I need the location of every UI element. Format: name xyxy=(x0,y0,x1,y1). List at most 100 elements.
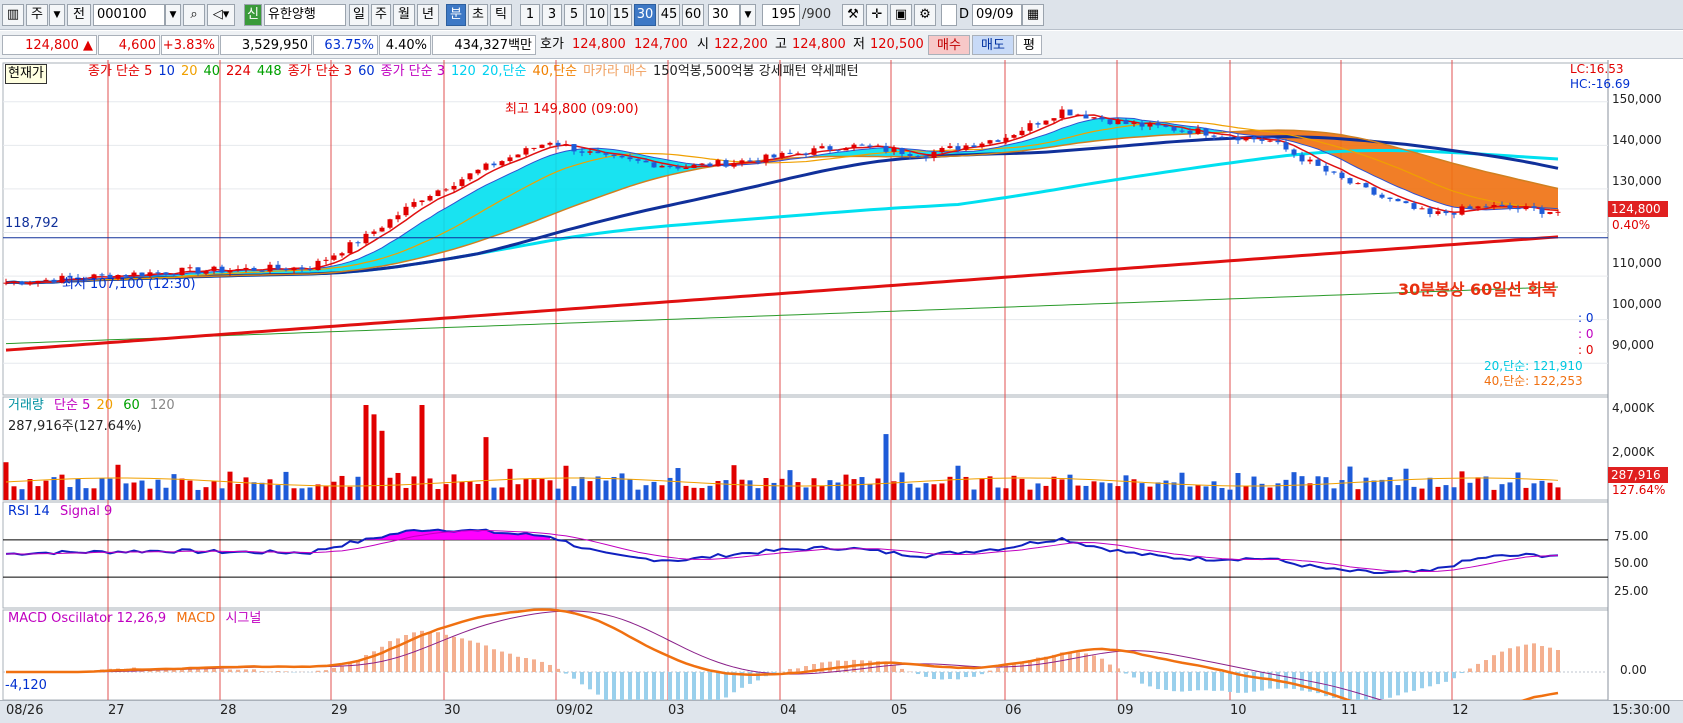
candle-body xyxy=(723,160,729,167)
macd-osc-bar xyxy=(1540,646,1544,672)
volume-bar xyxy=(371,414,377,500)
volume-bar xyxy=(635,489,641,500)
date-tick: 06 xyxy=(1005,703,1022,718)
macd-osc-bar xyxy=(932,672,936,679)
candle-body xyxy=(611,154,617,156)
speaker-icon[interactable]: ◁▾ xyxy=(207,4,235,26)
macd-osc-bar xyxy=(1156,672,1160,690)
macd-osc-bar xyxy=(492,649,496,672)
layout-icon[interactable]: ▥ xyxy=(2,4,24,26)
macd-osc-bar xyxy=(1292,672,1296,689)
volume-bar xyxy=(43,480,49,500)
calendar-icon[interactable]: ▦ xyxy=(1022,4,1044,26)
type-button[interactable]: 주 xyxy=(26,4,48,26)
candle-body xyxy=(235,269,241,271)
candle-body xyxy=(1227,136,1233,138)
period-year[interactable]: 년 xyxy=(417,4,439,26)
minute-dropdown-icon[interactable]: ▼ xyxy=(740,4,756,26)
volume-bar xyxy=(1451,487,1457,500)
macd-osc-bar xyxy=(524,658,528,672)
macd-osc-bar xyxy=(1148,672,1152,687)
gear-icon[interactable]: ⚙ xyxy=(914,4,936,26)
period-second[interactable]: 초 xyxy=(468,4,488,26)
candle-body xyxy=(1171,126,1177,131)
date-input[interactable]: 09/09 xyxy=(972,4,1022,26)
minute-1[interactable]: 1 xyxy=(520,4,540,26)
volume-bar xyxy=(315,484,321,500)
prev-button[interactable]: 전 xyxy=(67,4,91,26)
minute-3[interactable]: 3 xyxy=(542,4,562,26)
minute-45[interactable]: 45 xyxy=(658,4,680,26)
volume-bar xyxy=(1083,485,1089,500)
candle-body xyxy=(851,144,857,149)
candle-body xyxy=(1251,136,1257,140)
sell-button[interactable]: 매도 xyxy=(972,35,1014,55)
volume-bar xyxy=(963,476,969,500)
volume-bar xyxy=(1291,472,1297,500)
volume-bar xyxy=(683,485,689,500)
candle-body xyxy=(907,154,913,156)
period-minute[interactable]: 분 xyxy=(446,4,466,26)
period-day[interactable]: 일 xyxy=(349,4,369,26)
macd-osc-bar xyxy=(244,669,248,672)
minute-30[interactable]: 30 xyxy=(634,4,656,26)
volume-bar xyxy=(187,480,193,500)
candle-body xyxy=(619,155,625,158)
macd-osc-bar xyxy=(612,672,616,700)
crosshair-icon[interactable]: ✛ xyxy=(866,4,888,26)
price-legend-item: 10 xyxy=(158,64,175,79)
macd-osc-bar xyxy=(636,672,640,700)
candle-body xyxy=(987,140,993,144)
date-checkbox[interactable] xyxy=(941,4,957,26)
price-legend-item: 종가 단순 3 xyxy=(287,64,353,79)
candle-body xyxy=(1283,142,1289,150)
count-input[interactable]: 195 xyxy=(762,4,800,26)
candle-body xyxy=(843,148,849,151)
buy-button[interactable]: 매수 xyxy=(928,35,970,55)
price-legend-item: 40,단순 xyxy=(532,64,578,79)
macd-osc-bar xyxy=(1116,668,1120,672)
period-week[interactable]: 주 xyxy=(371,4,391,26)
candle-body xyxy=(1475,206,1481,209)
candle-body xyxy=(731,163,737,167)
candle-body xyxy=(1467,206,1473,209)
volume-bar xyxy=(1411,486,1417,500)
volume-bar xyxy=(91,488,97,500)
rsi-ytick-75: 75.00 xyxy=(1614,529,1649,543)
save-icon[interactable]: ▣ xyxy=(890,4,912,26)
chart-canvas[interactable] xyxy=(0,60,1683,700)
search-icon[interactable]: ⌕ xyxy=(183,4,205,26)
minute-select[interactable]: 30 xyxy=(708,4,740,26)
volume-ytick-4000k: 4,000K xyxy=(1612,401,1655,415)
minute-5[interactable]: 5 xyxy=(564,4,584,26)
macd-signal-label: 시그널 xyxy=(225,611,262,626)
candle-body xyxy=(707,163,713,167)
type-dropdown-icon[interactable]: ▼ xyxy=(49,4,65,26)
avg-button[interactable]: 평 xyxy=(1016,35,1042,55)
candle-body xyxy=(1539,208,1545,214)
period-month[interactable]: 월 xyxy=(393,4,415,26)
candle-body xyxy=(827,146,833,150)
volume-bar xyxy=(355,476,361,500)
candle-body xyxy=(835,149,841,151)
candle-body xyxy=(1419,208,1425,210)
minute-15[interactable]: 15 xyxy=(610,4,632,26)
volume-ma-label: 단순 5 xyxy=(54,398,91,413)
macd-osc-bar xyxy=(1484,660,1488,672)
volume-bar xyxy=(523,478,529,500)
period-tick[interactable]: 틱 xyxy=(490,4,512,26)
stock-code-input[interactable]: 000100 xyxy=(93,4,165,26)
volume-bar xyxy=(307,487,313,500)
volume-bar xyxy=(99,478,105,500)
volume-bar xyxy=(907,483,913,500)
minute-60[interactable]: 60 xyxy=(682,4,704,26)
candle-body xyxy=(1515,208,1521,210)
macd-osc-bar xyxy=(588,672,592,690)
code-dropdown-icon[interactable]: ▼ xyxy=(165,4,181,26)
volume-bar xyxy=(1027,489,1033,500)
candle-body xyxy=(443,189,449,191)
candle-body xyxy=(451,185,457,190)
price-ytick: 150,000 xyxy=(1612,92,1662,106)
tools-icon[interactable]: ⚒ xyxy=(842,4,864,26)
minute-10[interactable]: 10 xyxy=(586,4,608,26)
